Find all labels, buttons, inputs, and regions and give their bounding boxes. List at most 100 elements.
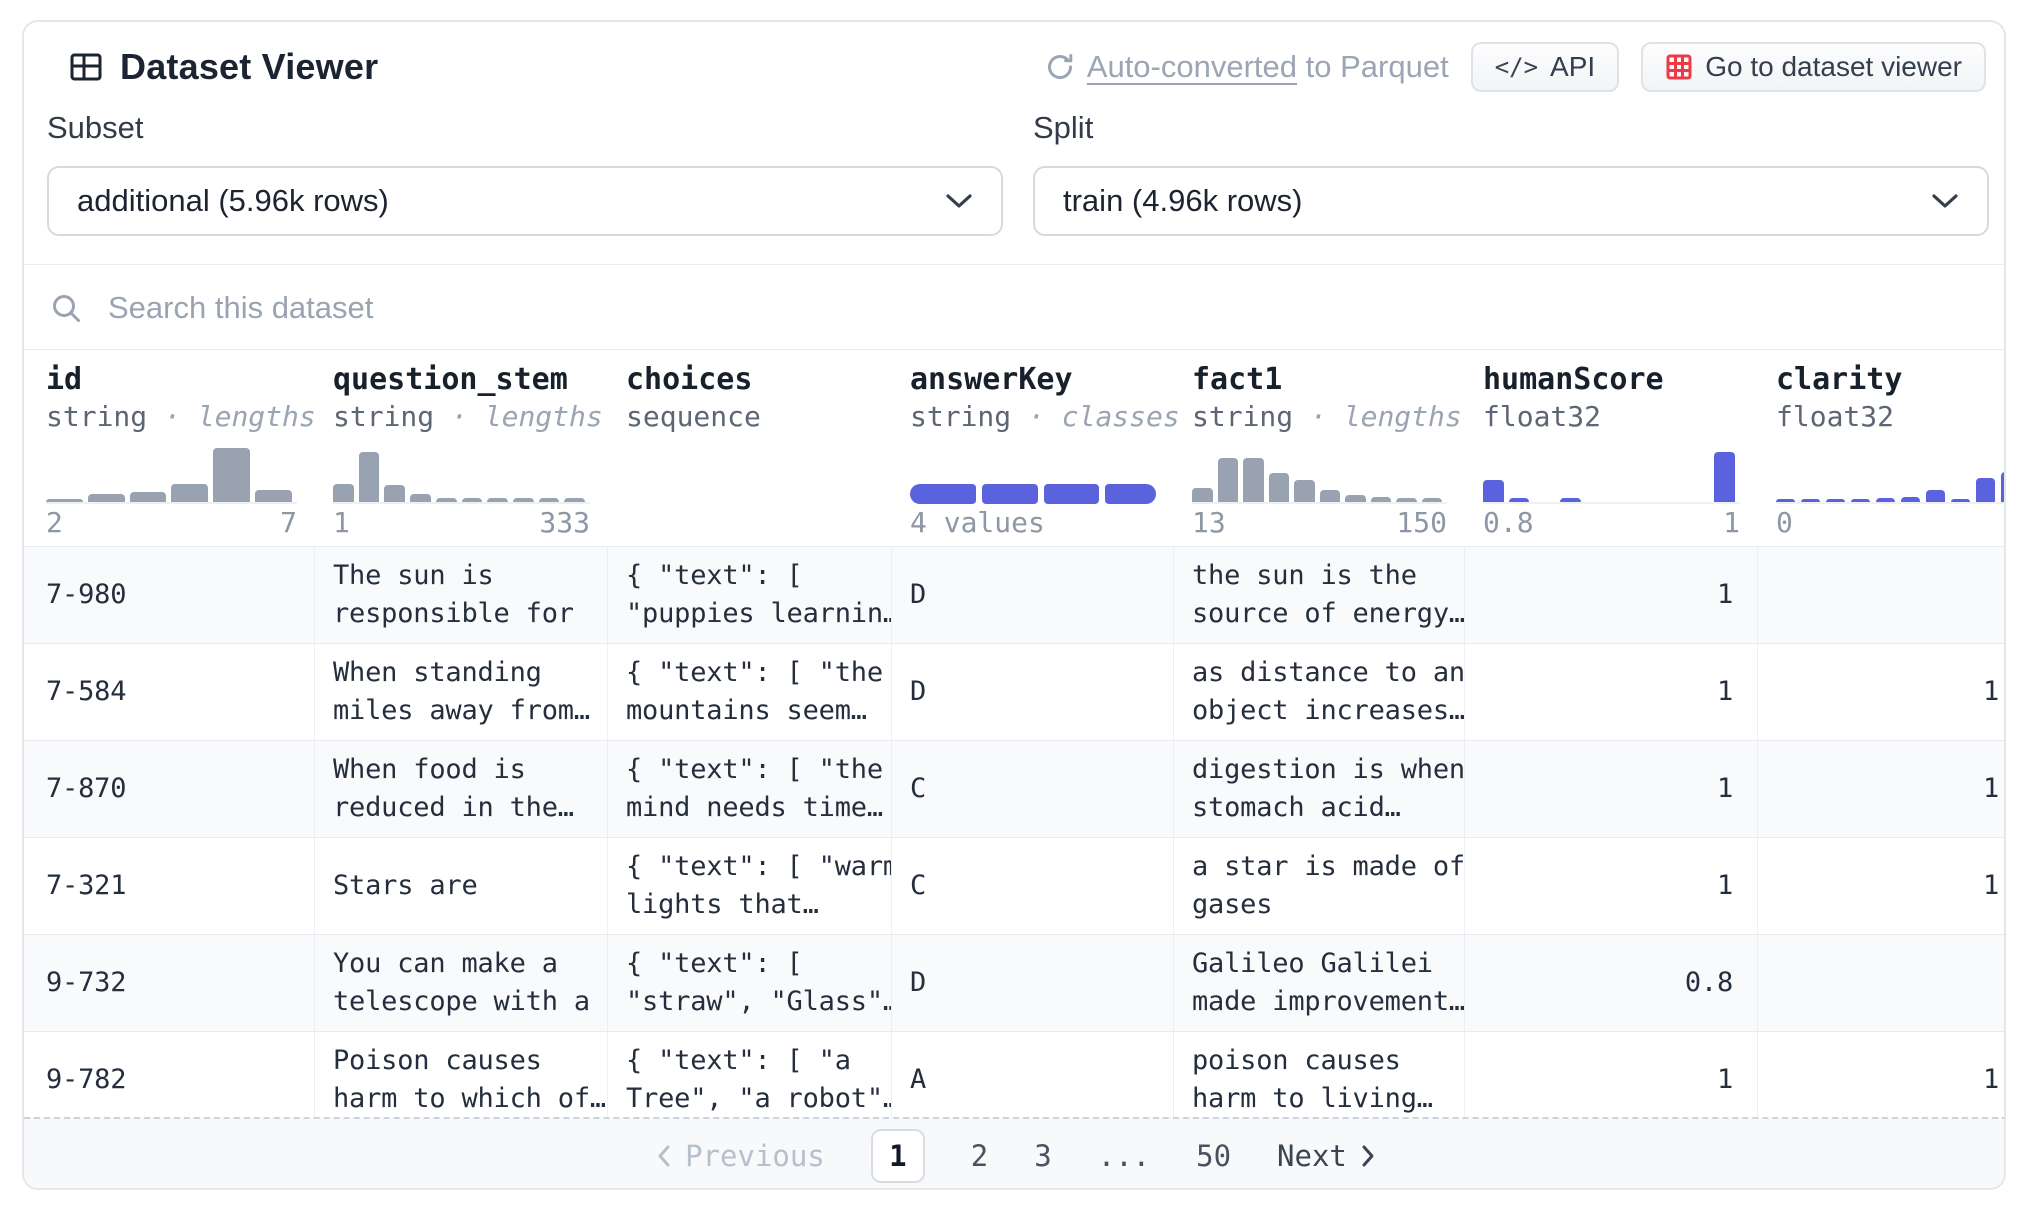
split-label: Split <box>1033 110 1989 146</box>
table-body: 7-980 The sun isresponsible for { "text"… <box>24 546 2006 1117</box>
cell-clarity: 1. <box>1758 1032 2006 1117</box>
column-header-question-stem: question_stem string · lengths 1333 <box>315 350 608 546</box>
chevron-down-icon <box>1931 192 1959 210</box>
chevron-left-icon <box>657 1144 671 1168</box>
subset-split-controls: Subset additional (5.96k rows) Split tra… <box>47 110 1989 236</box>
cell-fact1: the sun is thesource of energy… <box>1174 547 1465 643</box>
subset-label: Subset <box>47 110 1003 146</box>
search-input[interactable] <box>108 290 1508 326</box>
cell-human-score: 1 <box>1465 838 1758 934</box>
column-header-answer-key: answerKey string · classes 4 values <box>892 350 1174 546</box>
cell-answer-key: C <box>892 838 1174 934</box>
cell-id: 9-782 <box>24 1032 315 1117</box>
cell-question-stem: You can make atelescope with a <box>315 935 608 1031</box>
cell-answer-key: D <box>892 547 1174 643</box>
page-title: Dataset Viewer <box>120 46 378 88</box>
go-to-dataset-viewer-button[interactable]: Go to dataset viewer <box>1641 42 1986 92</box>
cell-fact1: Galileo Galileimade improvement… <box>1174 935 1465 1031</box>
search-icon <box>50 292 82 324</box>
page-button[interactable]: 3 <box>1034 1139 1051 1173</box>
table-icon <box>68 49 104 85</box>
cell-answer-key: D <box>892 644 1174 740</box>
cell-fact1: as distance to anobject increases… <box>1174 644 1465 740</box>
column-header-clarity: clarity float32 0 <box>1758 350 2006 546</box>
histogram-id[interactable] <box>46 442 297 504</box>
split-value: train (4.96k rows) <box>1063 183 1302 219</box>
api-button[interactable]: </> API <box>1471 42 1620 92</box>
table-row: 9-732 You can make atelescope with a { "… <box>24 935 2006 1032</box>
title-left: Dataset Viewer <box>68 46 378 88</box>
pagination-bar: Previous 1 2 3 ... 50 Next <box>24 1117 2006 1190</box>
table-row: 7-321 Stars are { "text": [ "warmlights … <box>24 838 2006 935</box>
dataset-viewer-card: Dataset Viewer Auto-converted to Parquet… <box>22 20 2006 1190</box>
cell-choices: { "text": [ "aTree", "a robot"… <box>608 1032 892 1117</box>
auto-converted-link[interactable]: Auto-converted <box>1087 49 1297 84</box>
cell-human-score: 1 <box>1465 1032 1758 1117</box>
cell-choices: { "text": ["puppies learnin… <box>608 547 892 643</box>
split-control: Split train (4.96k rows) <box>1033 110 1989 236</box>
cell-clarity: 1. <box>1758 644 2006 740</box>
column-header-human-score: humanScore float32 0.81 <box>1465 350 1758 546</box>
histogram-human-score[interactable] <box>1483 442 1740 504</box>
cell-id: 7-870 <box>24 741 315 837</box>
chevron-down-icon <box>945 192 973 210</box>
cell-fact1: a star is made ofgases <box>1174 838 1465 934</box>
cell-human-score: 1 <box>1465 547 1758 643</box>
page-button-current[interactable]: 1 <box>871 1129 925 1183</box>
search-row <box>24 265 2004 350</box>
table-row: 7-870 When food isreduced in the… { "tex… <box>24 741 2006 838</box>
cell-id: 7-980 <box>24 547 315 643</box>
page-button[interactable]: 50 <box>1196 1139 1231 1173</box>
page-ellipsis: ... <box>1098 1139 1150 1173</box>
table-row: 7-584 When standingmiles away from… { "t… <box>24 644 2006 741</box>
auto-converted-note: Auto-converted to Parquet <box>1045 49 1449 85</box>
table-row: 9-782 Poison causesharm to which of… { "… <box>24 1032 2006 1117</box>
cell-choices: { "text": [ "themind needs time… <box>608 741 892 837</box>
cell-human-score: 0.8 <box>1465 935 1758 1031</box>
cell-id: 7-321 <box>24 838 315 934</box>
header-actions: Auto-converted to Parquet </> API Go to … <box>1045 42 1986 92</box>
cell-human-score: 1 <box>1465 644 1758 740</box>
class-distribution-bar[interactable] <box>910 442 1156 504</box>
subset-control: Subset additional (5.96k rows) <box>47 110 1003 236</box>
cell-clarity: 1. <box>1758 838 2006 934</box>
cell-answer-key: C <box>892 741 1174 837</box>
cell-fact1: poison causesharm to living… <box>1174 1032 1465 1117</box>
cell-question-stem: When standingmiles away from… <box>315 644 608 740</box>
column-header-id: id string · lengths 27 <box>24 350 315 546</box>
subset-select[interactable]: additional (5.96k rows) <box>47 166 1003 236</box>
cell-answer-key: D <box>892 935 1174 1031</box>
column-header-fact1: fact1 string · lengths 13150 <box>1174 350 1465 546</box>
subset-value: additional (5.96k rows) <box>77 183 389 219</box>
cell-clarity <box>1758 547 2006 643</box>
cell-fact1: digestion is whenstomach acid… <box>1174 741 1465 837</box>
cell-choices: { "text": [ "themountains seem… <box>608 644 892 740</box>
cell-clarity: 1. <box>1758 741 2006 837</box>
cell-choices: { "text": [ "warmlights that… <box>608 838 892 934</box>
split-select[interactable]: train (4.96k rows) <box>1033 166 1989 236</box>
histogram-clarity[interactable] <box>1776 442 2006 504</box>
next-page-button[interactable]: Next <box>1277 1139 1375 1173</box>
histogram-question-stem[interactable] <box>333 442 590 504</box>
cell-id: 7-584 <box>24 644 315 740</box>
cell-choices: { "text": ["straw", "Glass"… <box>608 935 892 1031</box>
title-row: Dataset Viewer Auto-converted to Parquet… <box>68 42 1986 92</box>
table-row: 7-980 The sun isresponsible for { "text"… <box>24 547 2006 644</box>
table-header: id string · lengths 27 question_stem str… <box>24 350 2006 546</box>
cell-id: 9-732 <box>24 935 315 1031</box>
cell-answer-key: A <box>892 1032 1174 1117</box>
column-header-choices: choices sequence <box>608 350 892 546</box>
refresh-icon <box>1045 52 1075 82</box>
cell-human-score: 1 <box>1465 741 1758 837</box>
cell-question-stem: Stars are <box>315 838 608 934</box>
red-grid-icon <box>1665 53 1693 81</box>
cell-question-stem: Poison causesharm to which of… <box>315 1032 608 1117</box>
chevron-right-icon <box>1361 1144 1375 1168</box>
code-icon: </> <box>1495 53 1538 81</box>
cell-question-stem: The sun isresponsible for <box>315 547 608 643</box>
auto-converted-rest: to Parquet <box>1306 49 1449 84</box>
previous-page-button[interactable]: Previous <box>657 1139 825 1173</box>
page-button[interactable]: 2 <box>971 1139 988 1173</box>
histogram-fact1[interactable] <box>1192 442 1447 504</box>
cell-clarity <box>1758 935 2006 1031</box>
